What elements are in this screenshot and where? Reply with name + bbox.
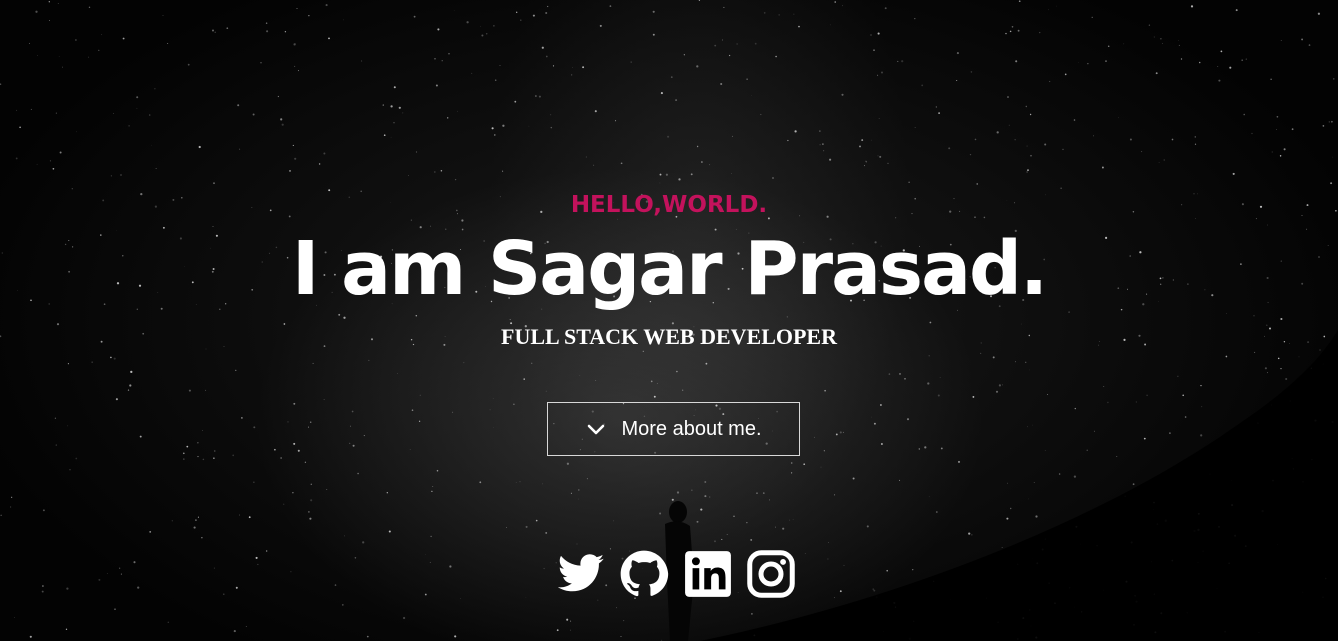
social-links [556, 548, 796, 600]
linkedin-icon [684, 551, 731, 597]
chevron-down-icon [588, 424, 605, 435]
twitter-icon [557, 554, 604, 592]
hero-title: I am Sagar Prasad. [291, 226, 1048, 312]
twitter-link[interactable] [556, 549, 606, 599]
instagram-link[interactable] [746, 549, 796, 599]
more-about-me-label: More about me. [621, 418, 762, 440]
github-link[interactable] [619, 549, 669, 599]
linkedin-link[interactable] [683, 549, 733, 599]
github-icon [620, 550, 669, 597]
hero-section: HELLO,WORLD. I am Sagar Prasad. FULL STA… [0, 0, 1338, 641]
hero-subtitle: FULL STACK WEB DEVELOPER [501, 324, 837, 349]
hero-kicker: HELLO,WORLD. [570, 192, 768, 218]
hero-content: HELLO,WORLD. I am Sagar Prasad. FULL STA… [0, 190, 1338, 352]
instagram-icon [747, 550, 795, 598]
more-about-me-button[interactable]: More about me. [547, 402, 800, 456]
